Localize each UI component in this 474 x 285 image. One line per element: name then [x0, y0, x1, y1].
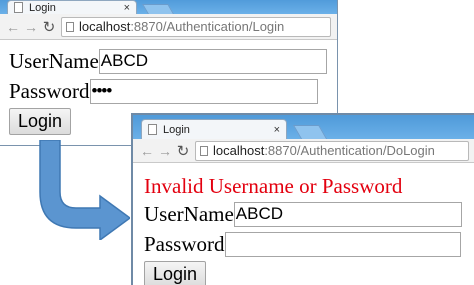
- browser-window-dologin: Login × ← → ↻ localhost:8870/Authenticat…: [131, 113, 474, 285]
- username-input[interactable]: ABCD: [98, 48, 327, 74]
- password-input[interactable]: [224, 231, 461, 257]
- page-icon: [200, 145, 208, 156]
- curved-arrow-icon: [39, 140, 130, 240]
- tab-strip: Login ×: [133, 115, 474, 139]
- username-row: UserName ABCD: [144, 199, 474, 229]
- forward-arrow-icon[interactable]: →: [157, 143, 173, 159]
- username-label: UserName: [144, 201, 234, 226]
- url-host: localhost: [79, 19, 131, 34]
- error-message: Invalid Username or Password: [144, 174, 403, 198]
- reload-icon[interactable]: ↻: [41, 18, 57, 36]
- button-row: Login: [144, 259, 474, 285]
- username-input[interactable]: ABCD: [233, 201, 462, 227]
- page-icon: [148, 124, 157, 135]
- new-tab-button[interactable]: [292, 125, 328, 139]
- back-arrow-icon[interactable]: ←: [5, 19, 21, 35]
- password-label: Password: [144, 231, 225, 256]
- tab-login[interactable]: Login ×: [7, 0, 137, 14]
- page-content: Invalid Username or Password UserName AB…: [133, 173, 474, 285]
- login-button[interactable]: Login: [144, 260, 207, 285]
- url-host: localhost: [213, 143, 265, 158]
- password-row: Password ••••: [9, 76, 337, 106]
- screenshot: Login × ← → ↻ localhost:8870/Authenticat…: [0, 0, 474, 285]
- tab-close-icon[interactable]: ×: [274, 124, 280, 136]
- login-button[interactable]: Login: [9, 107, 72, 135]
- tab-title: Login: [163, 123, 190, 136]
- password-input[interactable]: ••••: [89, 78, 318, 104]
- page-icon: [66, 21, 74, 32]
- reload-icon[interactable]: ↻: [175, 142, 191, 160]
- tab-close-icon[interactable]: ×: [124, 2, 130, 14]
- url-path: :8870/Authentication/Login: [130, 19, 285, 34]
- page-icon: [14, 2, 23, 13]
- browser-toolbar: ← → ↻ localhost:8870/Authentication/DoLo…: [133, 139, 474, 163]
- address-bar[interactable]: localhost:8870/Authentication/DoLogin: [195, 140, 469, 161]
- username-label: UserName: [9, 48, 99, 73]
- url-path: :8870/Authentication/DoLogin: [264, 143, 435, 158]
- forward-arrow-icon[interactable]: →: [23, 19, 39, 35]
- tab-title: Login: [29, 1, 56, 14]
- back-arrow-icon[interactable]: ←: [139, 143, 155, 159]
- password-label: Password: [9, 78, 90, 103]
- address-bar[interactable]: localhost:8870/Authentication/Login: [61, 16, 331, 37]
- tab-login[interactable]: Login ×: [141, 119, 287, 139]
- username-row: UserName ABCD: [9, 46, 337, 76]
- password-row: Password: [144, 229, 474, 259]
- browser-toolbar: ← → ↻ localhost:8870/Authentication/Logi…: [0, 14, 337, 40]
- tab-strip: Login ×: [0, 0, 337, 14]
- new-tab-button[interactable]: [142, 4, 174, 14]
